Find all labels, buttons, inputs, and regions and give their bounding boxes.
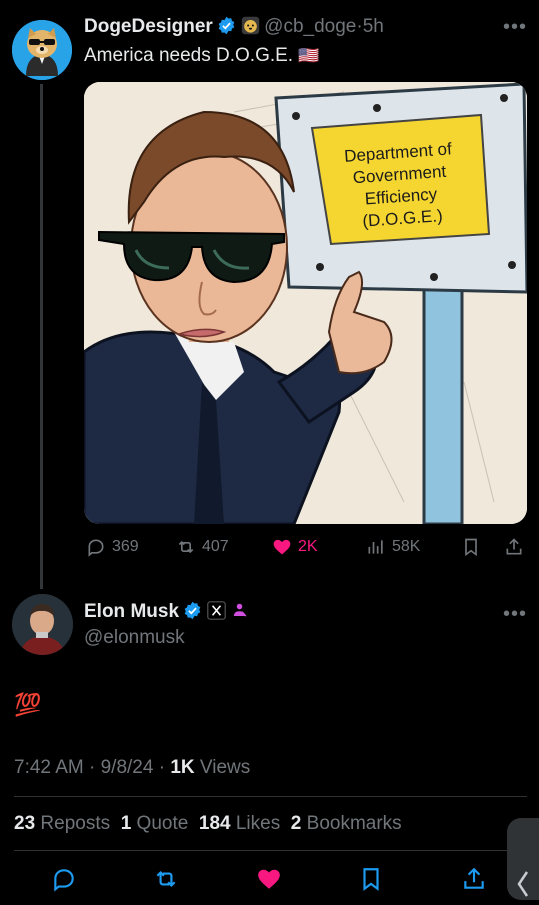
bookmark-button[interactable] [358, 866, 384, 897]
reply-button[interactable]: 369 [86, 537, 139, 557]
likes-count: 184 [198, 813, 231, 834]
share-button[interactable] [504, 537, 524, 557]
likes-stat[interactable]: 184 Likes [199, 813, 280, 834]
tweet-body: America needs D.O.G.E. [84, 45, 294, 66]
elon-avatar-image [12, 594, 73, 655]
chevron-left-icon [517, 871, 529, 897]
reposts-count: 23 [14, 813, 36, 834]
thread-line [40, 84, 43, 589]
doge-avatar-image [12, 20, 72, 80]
tweet-text: America needs D.O.G.E. 🇺🇸 [84, 45, 320, 67]
divider [14, 850, 527, 851]
side-panel-handle[interactable] [507, 818, 539, 900]
x-logo-icon [207, 601, 226, 620]
bookmarks-stat[interactable]: 2 Bookmarks [291, 813, 402, 834]
divider [14, 796, 527, 797]
heart-icon [273, 539, 291, 555]
reply-button[interactable] [51, 866, 77, 897]
reply-count: 369 [112, 538, 139, 555]
more-icon[interactable]: ••• [503, 16, 527, 39]
timestamp[interactable]: 5h [363, 16, 384, 37]
reposts-stat[interactable]: 23 Reposts [14, 813, 110, 834]
affiliate-icon [234, 603, 247, 617]
bookmarks-label: Bookmarks [306, 813, 402, 834]
views-label: Views [194, 757, 251, 778]
quotes-stat[interactable]: 1 Quote [121, 813, 189, 834]
reply-icon [54, 869, 74, 892]
reposts-label: Reposts [40, 813, 111, 834]
heart-icon [258, 869, 280, 889]
bookmark-icon [363, 868, 379, 891]
repost-button[interactable]: 407 [176, 537, 229, 557]
more-icon[interactable]: ••• [503, 603, 527, 626]
views-count: 58K [392, 538, 421, 555]
bookmark-button[interactable] [461, 537, 481, 557]
verified-icon [185, 601, 201, 620]
repost-icon [178, 540, 194, 554]
tweet-header: DogeDesigner @cb_doge·5h [84, 16, 384, 38]
views-button[interactable]: 58K [366, 537, 420, 557]
share-icon [464, 867, 484, 889]
likes-label: Likes [235, 813, 281, 834]
doge-illustration: Department of Government Efficiency (D.O… [84, 82, 527, 524]
tweet-image[interactable]: Department of Government Efficiency (D.O… [84, 82, 527, 524]
like-button[interactable]: 2K [272, 537, 318, 557]
handle[interactable]: @cb_doge [264, 16, 356, 37]
views-number: 1K [170, 757, 195, 778]
reply-header: Elon Musk [84, 601, 249, 623]
quotes-count: 1 [120, 813, 132, 834]
dogedesigner-avatar[interactable] [12, 20, 72, 80]
like-button[interactable] [256, 866, 282, 897]
engagement-stats: 23 Reposts 1 Quote 184 Likes 2 Bookmarks [14, 813, 402, 835]
verified-icon [218, 16, 235, 35]
share-button[interactable] [461, 866, 487, 897]
repost-icon [156, 870, 176, 888]
views-icon [368, 540, 383, 554]
bookmarks-count: 2 [290, 813, 302, 834]
like-count: 2K [298, 538, 318, 555]
display-name[interactable]: DogeDesigner [84, 16, 213, 37]
share-icon [506, 538, 522, 555]
doge-badge-icon [241, 16, 259, 35]
reply-display-name[interactable]: Elon Musk [84, 601, 179, 622]
bookmark-icon [465, 538, 477, 557]
us-flag-emoji: 🇺🇸 [298, 46, 320, 65]
repost-count: 407 [202, 538, 229, 555]
elonmusk-avatar[interactable] [12, 594, 73, 655]
post-time[interactable]: 7:42 AM · 9/8/24 · [14, 757, 170, 778]
tweet-meta: 7:42 AM · 9/8/24 · 1K Views [14, 757, 250, 779]
reply-icon [88, 539, 104, 557]
hundred-emoji: 💯 [14, 692, 42, 717]
reply-handle[interactable]: @elonmusk [84, 627, 185, 649]
quotes-label: Quote [136, 813, 189, 834]
repost-button[interactable] [153, 866, 179, 897]
